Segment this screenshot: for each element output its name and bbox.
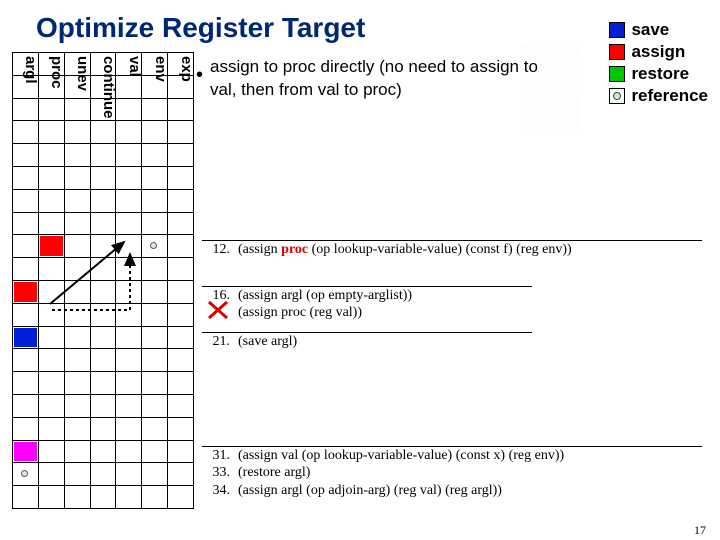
instr-12-highlight: proc xyxy=(281,242,308,257)
register-timeline-grid xyxy=(12,52,194,509)
x-mark xyxy=(207,300,229,320)
instr-12-code: (assign proc (op lookup-variable-value) … xyxy=(238,242,702,258)
instr-12: 12. (assign proc (op lookup-variable-val… xyxy=(202,240,702,258)
cell-ref-env xyxy=(150,242,157,249)
instr-12-num: 12. xyxy=(202,242,238,258)
cell-ref-argl xyxy=(21,470,28,477)
instr-33: 33. (restore argl) xyxy=(202,464,702,481)
instr-31-num: 31. xyxy=(202,448,238,464)
instr-21-code: (save argl) xyxy=(238,334,532,350)
instr-34: 34. (assign argl (op adjoin-arg) (reg va… xyxy=(202,482,702,499)
instr-16: 16. (assign argl (op empty-arglist)) xyxy=(202,286,532,304)
instr-33-code: (restore argl) xyxy=(238,465,702,481)
legend-save-label: save xyxy=(631,20,669,40)
bullet-body: assign to proc directly (no need to assi… xyxy=(210,57,538,99)
instr-34-code: (assign argl (op adjoin-arg) (reg val) (… xyxy=(238,483,702,499)
instr-x-code: (assign proc (reg val)) xyxy=(238,305,532,321)
instr-31-code: (assign val (op lookup-variable-value) (… xyxy=(238,448,702,464)
instr-x: (assign proc (reg val)) xyxy=(202,304,532,321)
cell-save-argl-21 xyxy=(14,328,37,348)
instr-16-code: (assign argl (op empty-arglist)) xyxy=(238,288,532,304)
cell-assign-argl-16 xyxy=(14,282,37,302)
instr-34-num: 34. xyxy=(202,483,238,499)
instr-12-pre: (assign xyxy=(238,242,281,257)
instr-33-num: 33. xyxy=(202,465,238,481)
legend-save-swatch xyxy=(609,22,625,38)
instr-21-num: 21. xyxy=(202,334,238,350)
cell-assign-proc xyxy=(40,236,63,256)
bullet-text: • assign to proc directly (no need to as… xyxy=(210,56,550,102)
cell-assign-argl-34 xyxy=(14,442,37,462)
instr-21: 21. (save argl) xyxy=(202,332,532,350)
legend-save: save xyxy=(609,20,708,40)
main-area: exp env val continue unev proc argl xyxy=(12,52,708,530)
page-number: 17 xyxy=(694,523,706,538)
instr-31: 31. (assign val (op lookup-variable-valu… xyxy=(202,446,702,464)
bullet-dot: • xyxy=(196,62,203,89)
instr-12-post: (op lookup-variable-value) (const f) (re… xyxy=(308,242,572,257)
